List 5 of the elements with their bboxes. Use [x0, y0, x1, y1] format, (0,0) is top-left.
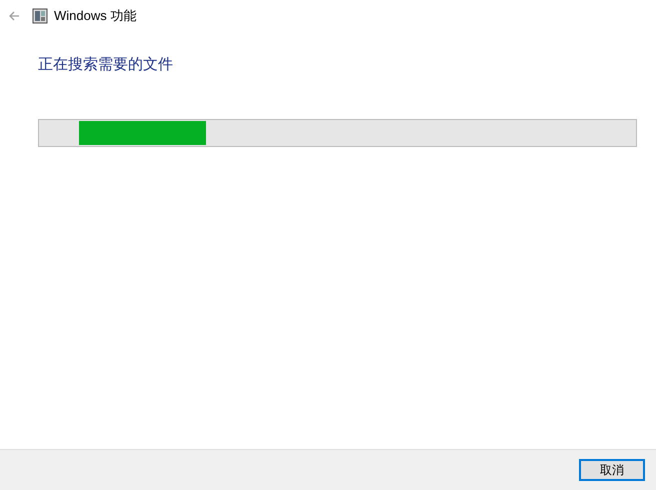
back-arrow-icon[interactable]: [8, 10, 20, 22]
window-title: Windows 功能: [54, 7, 136, 26]
status-heading: 正在搜索需要的文件: [38, 55, 174, 75]
app-icon: [32, 8, 48, 24]
cancel-button[interactable]: 取消: [579, 459, 645, 481]
